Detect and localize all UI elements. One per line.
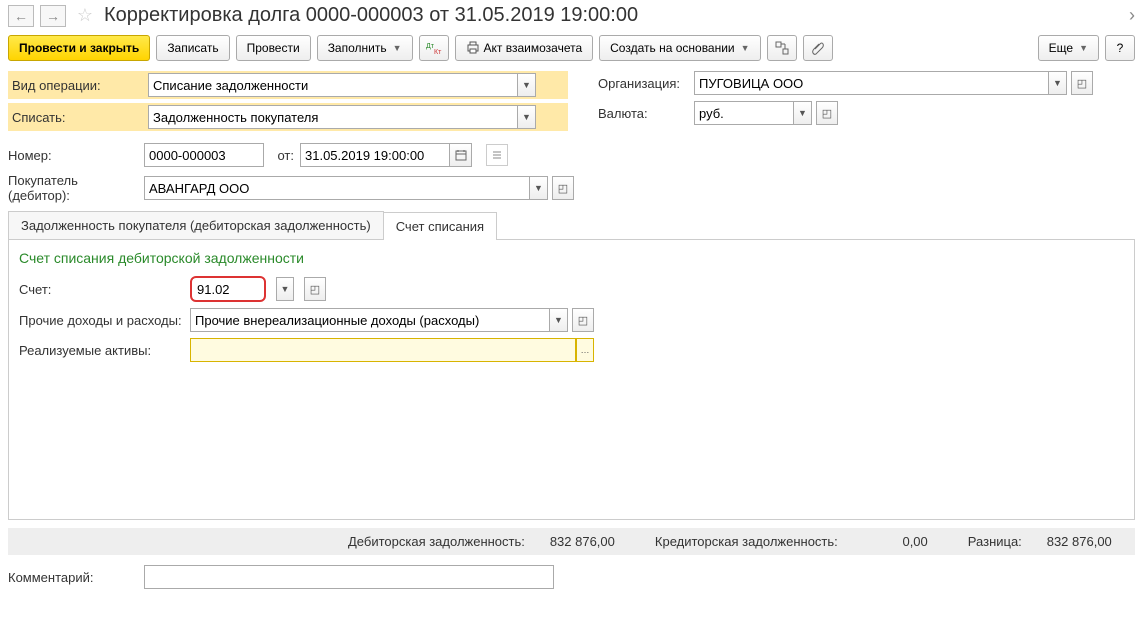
dtkt-icon: ДтКт	[426, 41, 442, 55]
currency-input[interactable]	[694, 101, 794, 125]
org-input[interactable]	[694, 71, 1049, 95]
buyer-open-button[interactable]: ◰	[552, 176, 574, 200]
credit-label: Кредиторская задолженность:	[655, 534, 838, 549]
diff-label: Разница:	[968, 534, 1022, 549]
favorite-star-icon[interactable]: ☆	[72, 5, 98, 27]
date-extra-button[interactable]	[486, 144, 508, 166]
credit-value: 0,00	[848, 534, 928, 549]
svg-text:Кт: Кт	[434, 49, 442, 55]
more-label: Еще	[1049, 41, 1073, 55]
nav-forward-button[interactable]: →	[40, 5, 66, 27]
org-open-button[interactable]: ◰	[1071, 71, 1093, 95]
assets-input[interactable]	[190, 338, 576, 362]
number-input[interactable]	[144, 143, 264, 167]
page-title: Корректировка долга 0000-000003 от 31.05…	[104, 4, 638, 27]
debit-value: 832 876,00	[535, 534, 615, 549]
section-title: Счет списания дебиторской задолженности	[19, 250, 1124, 266]
post-and-close-button[interactable]: Провести и закрыть	[8, 35, 150, 61]
date-input[interactable]	[300, 143, 450, 167]
print-icon	[466, 41, 480, 55]
buyer-input[interactable]	[144, 176, 530, 200]
create-based-button[interactable]: Создать на основании ▼	[599, 35, 760, 61]
number-label: Номер:	[8, 148, 138, 163]
dtkt-button[interactable]: ДтКт	[419, 35, 449, 61]
chevron-down-icon: ▼	[741, 43, 750, 53]
assets-label: Реализуемые активы:	[19, 343, 184, 358]
writeoff-input[interactable]	[148, 105, 518, 129]
post-button[interactable]: Провести	[236, 35, 311, 61]
paperclip-icon	[811, 41, 825, 55]
account-dropdown[interactable]: ▼	[276, 277, 294, 301]
op-type-input[interactable]	[148, 73, 518, 97]
list-icon	[491, 149, 503, 161]
header-expand-icon[interactable]: ›	[1129, 5, 1135, 26]
buyer-label: Покупатель (дебитор):	[8, 173, 138, 203]
comment-label: Комментарий:	[8, 570, 138, 585]
help-button[interactable]: ?	[1105, 35, 1135, 61]
buyer-dropdown[interactable]: ▼	[530, 176, 548, 200]
more-button[interactable]: Еще ▼	[1038, 35, 1099, 61]
account-label: Счет:	[19, 282, 184, 297]
currency-dropdown[interactable]: ▼	[794, 101, 812, 125]
act-button[interactable]: Акт взаимозачета	[455, 35, 594, 61]
writeoff-dropdown[interactable]: ▼	[518, 105, 536, 129]
account-input[interactable]	[193, 279, 263, 299]
attachment-button[interactable]	[803, 35, 833, 61]
create-based-label: Создать на основании	[610, 41, 735, 55]
assets-more-button[interactable]: …	[576, 338, 594, 362]
chevron-down-icon: ▼	[393, 43, 402, 53]
org-dropdown[interactable]: ▼	[1049, 71, 1067, 95]
account-open-button[interactable]: ◰	[304, 277, 326, 301]
account-highlight	[190, 276, 266, 302]
writeoff-label: Списать:	[12, 110, 142, 125]
from-label: от:	[270, 148, 294, 163]
diff-value: 832 876,00	[1032, 534, 1112, 549]
fill-button[interactable]: Заполнить ▼	[317, 35, 413, 61]
chevron-down-icon: ▼	[1079, 43, 1088, 53]
act-button-label: Акт взаимозачета	[484, 41, 583, 55]
comment-input[interactable]	[144, 565, 554, 589]
currency-label: Валюта:	[598, 106, 688, 121]
debit-label: Дебиторская задолженность:	[348, 534, 525, 549]
op-type-label: Вид операции:	[12, 78, 142, 93]
op-type-dropdown[interactable]: ▼	[518, 73, 536, 97]
calendar-icon	[455, 149, 467, 161]
tab-writeoff-account[interactable]: Счет списания	[383, 212, 497, 240]
structure-icon	[775, 41, 789, 55]
tab-debt[interactable]: Задолженность покупателя (дебиторская за…	[8, 211, 384, 239]
other-income-open-button[interactable]: ◰	[572, 308, 594, 332]
other-income-label: Прочие доходы и расходы:	[19, 313, 184, 328]
fill-button-label: Заполнить	[328, 41, 387, 55]
other-income-dropdown[interactable]: ▼	[550, 308, 568, 332]
other-income-input[interactable]	[190, 308, 550, 332]
structure-button[interactable]	[767, 35, 797, 61]
currency-open-button[interactable]: ◰	[816, 101, 838, 125]
org-label: Организация:	[598, 76, 688, 91]
write-button[interactable]: Записать	[156, 35, 229, 61]
calendar-button[interactable]	[450, 143, 472, 167]
nav-back-button[interactable]: ←	[8, 5, 34, 27]
